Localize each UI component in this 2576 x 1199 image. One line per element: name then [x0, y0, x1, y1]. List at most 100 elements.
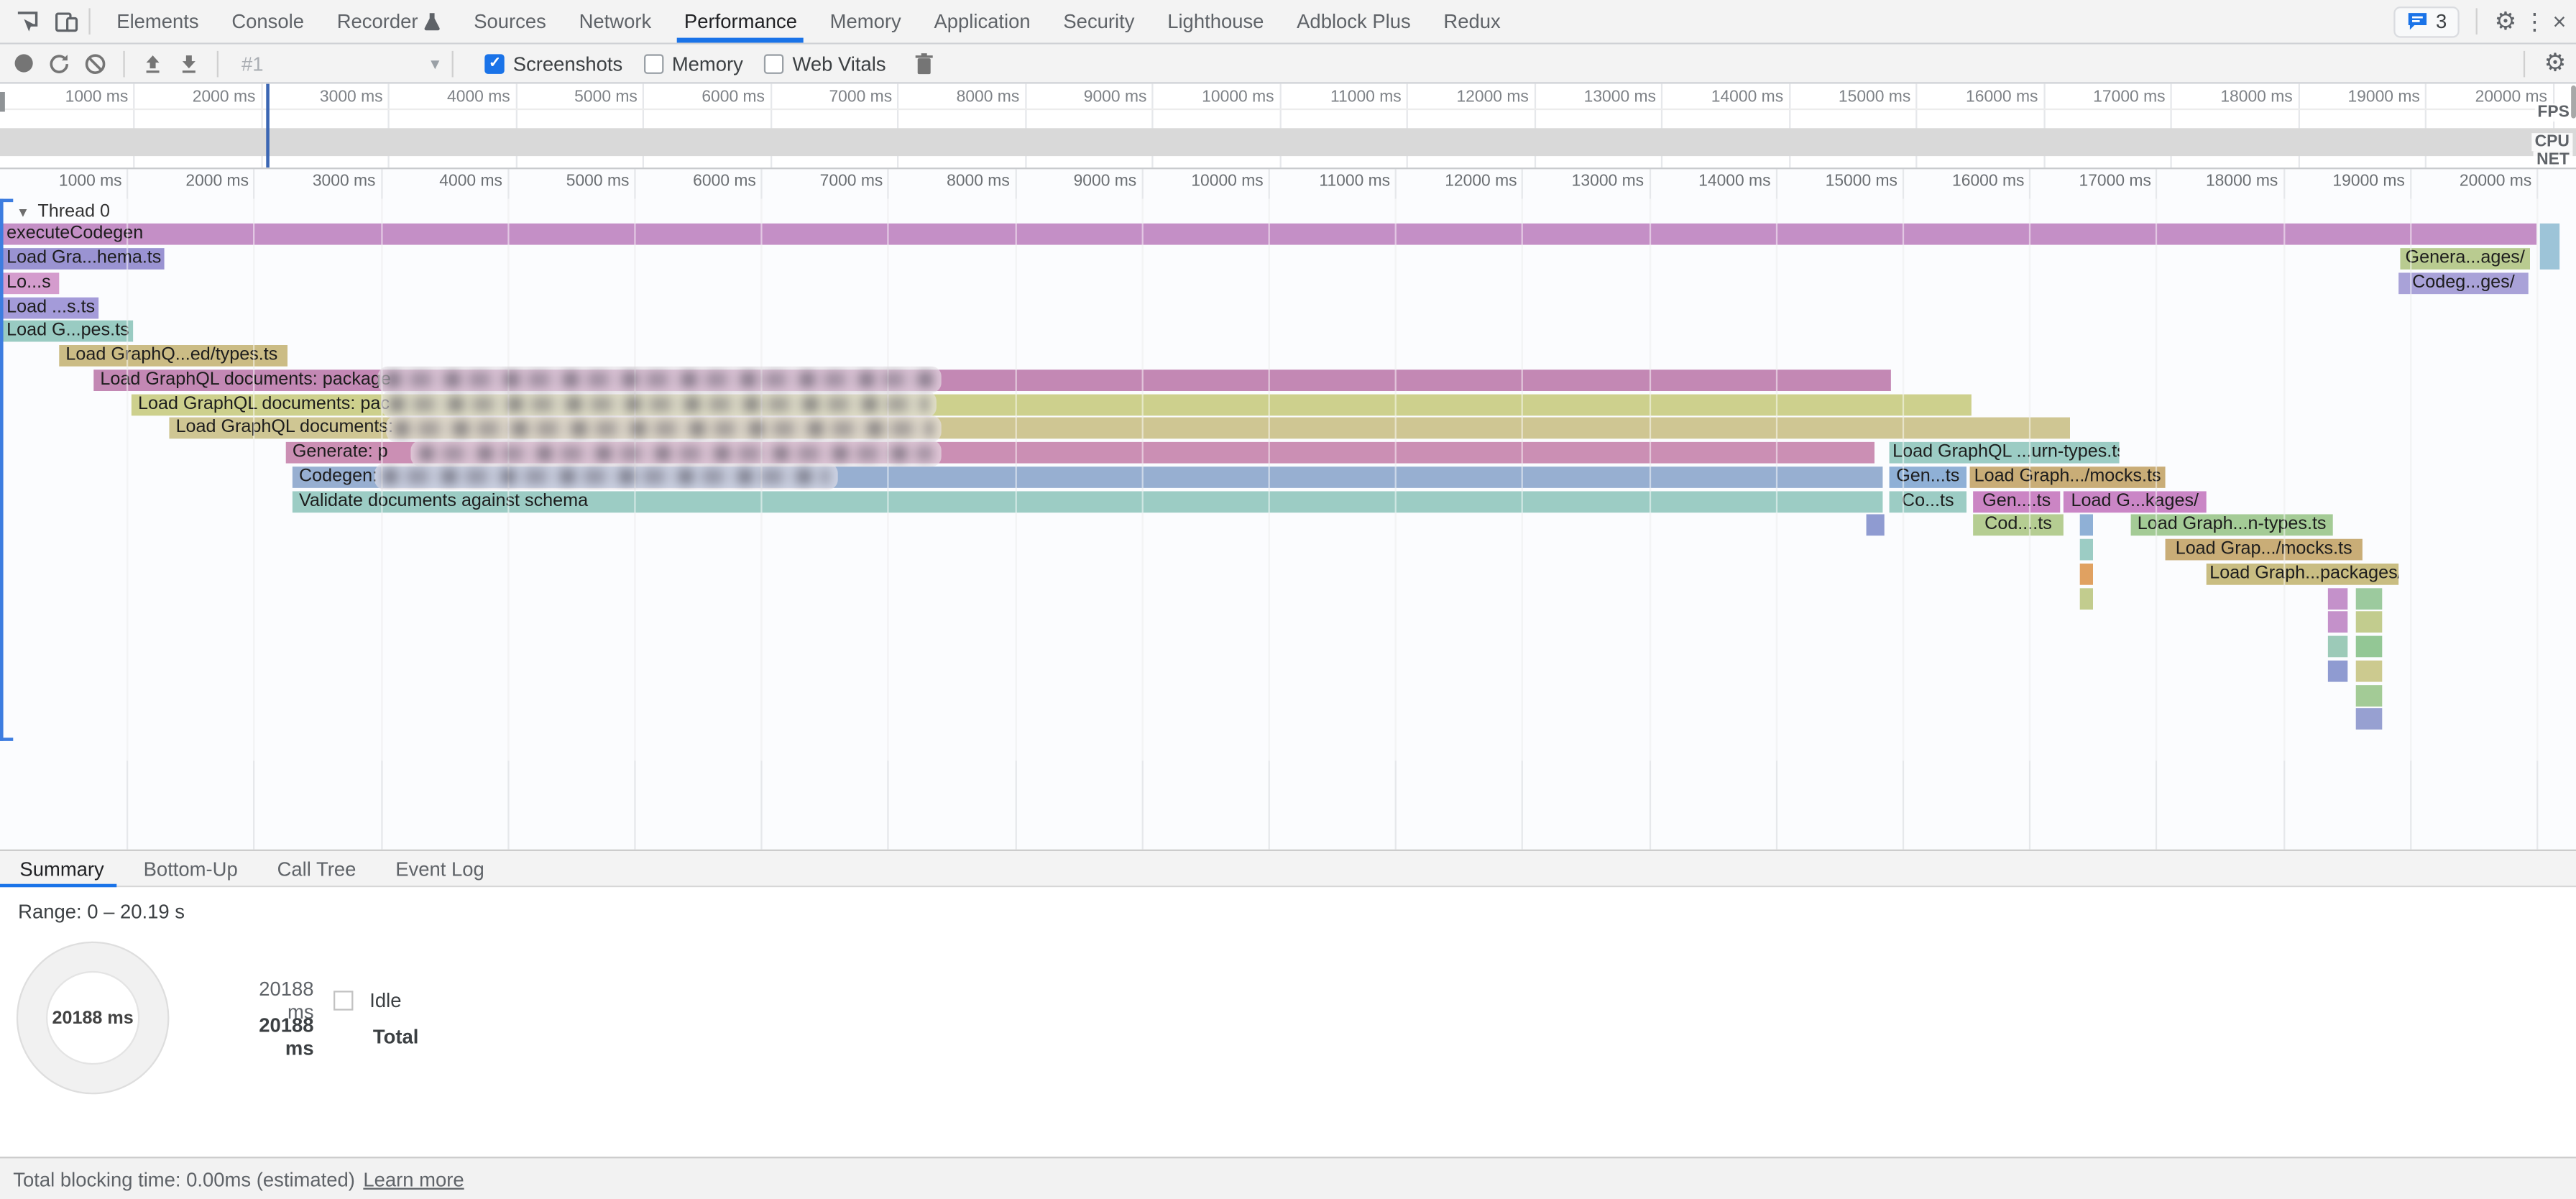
tab-security[interactable]: Security — [1047, 0, 1151, 42]
flame-bar[interactable]: Co...ts — [1890, 490, 1966, 512]
memory-checkbox[interactable] — [644, 53, 663, 73]
profile-select-value[interactable]: #1 — [242, 52, 264, 75]
reload-and-record-button[interactable] — [41, 47, 77, 80]
record-button[interactable] — [5, 47, 41, 80]
tab-label: Sources — [474, 10, 546, 33]
range-label: Range: 0 – 20.19 s — [18, 901, 185, 924]
flame-bar[interactable]: Load ...s.ts — [0, 297, 98, 318]
load-profile-icon[interactable] — [134, 47, 170, 80]
flame-bar-fragment[interactable] — [2080, 539, 2093, 561]
flame-bar[interactable]: Cod....ts — [1973, 515, 2064, 536]
flame-bar-fragment[interactable] — [2328, 636, 2347, 658]
flame-bar[interactable]: Gen...ts — [1890, 467, 1966, 488]
flame-bar-fragment[interactable] — [2328, 587, 2347, 609]
flame-bar-fragment[interactable] — [2356, 660, 2383, 681]
divider — [217, 50, 218, 77]
flame-bar[interactable]: Load Gra...hema.ts — [0, 248, 165, 270]
more-options-icon[interactable]: ⋮ — [2523, 9, 2546, 34]
web-vitals-checkbox[interactable] — [765, 53, 784, 73]
clear-recording-icon[interactable] — [77, 47, 113, 80]
flame-bar-fragment[interactable] — [2356, 709, 2383, 730]
redacted-blur — [378, 367, 942, 393]
checkbox-row-screenshots[interactable]: ✓Screenshots — [485, 52, 622, 75]
learn-more-link[interactable]: Learn more — [363, 1167, 464, 1190]
flame-bar[interactable]: Gen....ts — [1973, 490, 2060, 512]
thread-header[interactable]: ▼ Thread 0 — [17, 202, 110, 221]
flame-bar-fragment[interactable] — [2328, 660, 2347, 681]
flame-bar-fragment[interactable] — [2356, 587, 2383, 609]
tab-bottom-up[interactable]: Bottom-Up — [124, 850, 257, 886]
capture-settings-gear-icon[interactable]: ⚙ — [2544, 51, 2567, 75]
tab-memory[interactable]: Memory — [814, 0, 918, 42]
redacted-blur — [381, 391, 937, 418]
flame-bar-fragment[interactable] — [2356, 684, 2383, 706]
overview-left-handle[interactable] — [0, 92, 5, 111]
flame-bar-fragment[interactable] — [2540, 224, 2559, 270]
flame-gridline-highlight — [2029, 199, 2030, 761]
tab-redux[interactable]: Redux — [1427, 0, 1517, 42]
inspect-element-icon[interactable] — [13, 8, 40, 35]
overview-tick-label: 5000 ms — [512, 88, 638, 106]
flame-bar[interactable]: Validate documents against schema — [293, 490, 1883, 512]
checkbox-row-web-vitals[interactable]: Web Vitals — [765, 52, 886, 75]
collapse-triangle-icon[interactable]: ▼ — [17, 205, 29, 220]
settings-gear-icon[interactable]: ⚙ — [2495, 9, 2517, 34]
performance-toolbar: #1 ▼ ✓Screenshots Memory Web Vitals ⚙ — [0, 45, 2576, 84]
tab-elements[interactable]: Elements — [100, 0, 215, 42]
tab-sources[interactable]: Sources — [457, 0, 562, 42]
tab-summary[interactable]: Summary — [0, 850, 124, 886]
flame-bar-fragment[interactable] — [2328, 612, 2347, 633]
flame-gridline-highlight — [1775, 199, 1777, 761]
flame-bar-fragment[interactable] — [2080, 563, 2093, 584]
tab-event-log[interactable]: Event Log — [376, 850, 504, 886]
checkbox-row-memory[interactable]: Memory — [644, 52, 743, 75]
flame-bar[interactable]: Lo...s — [0, 272, 59, 294]
flame-bar[interactable]: Codeg...ges/ — [2398, 272, 2529, 294]
divider — [88, 8, 90, 35]
flame-bar[interactable]: Load G...kages/ — [2064, 490, 2207, 512]
flame-bar[interactable]: Load Graph...packages/ — [2207, 563, 2398, 584]
flame-bar[interactable]: Load Graph.../mocks.ts — [1970, 467, 2166, 488]
flame-bar-fragment[interactable] — [1867, 515, 1885, 536]
tab-call-tree[interactable]: Call Tree — [257, 850, 376, 886]
tab-console[interactable]: Console — [215, 0, 320, 42]
selection-bracket[interactable] — [0, 199, 4, 741]
redacted-blur — [386, 415, 942, 442]
close-devtools-icon[interactable]: × — [2553, 9, 2567, 34]
flame-tick-label: 18000 ms — [2153, 173, 2278, 190]
flame-bar[interactable]: Load GraphQL documents: package — [93, 369, 1891, 391]
flame-bar-fragment[interactable] — [2080, 515, 2093, 536]
flame-tick-label: 4000 ms — [377, 173, 502, 190]
tab-application[interactable]: Application — [918, 0, 1047, 42]
save-profile-icon[interactable] — [171, 47, 207, 80]
flame-bar[interactable]: Load GraphQL ...urn-types.ts — [1890, 442, 2120, 464]
tab-network[interactable]: Network — [563, 0, 668, 42]
issues-badge[interactable]: 3 — [2393, 6, 2460, 37]
flame-bar[interactable]: Load Grap.../mocks.ts — [2166, 539, 2363, 561]
overview-marker[interactable] — [266, 84, 270, 168]
flame-bar-fragment[interactable] — [2080, 587, 2093, 609]
issues-count: 3 — [2436, 10, 2447, 33]
tab-adblock-plus[interactable]: Adblock Plus — [1280, 0, 1427, 42]
legend-row-total: 20188 msTotal — [238, 1025, 418, 1048]
device-toolbar-icon[interactable] — [52, 8, 79, 35]
tab-label: Redux — [1443, 10, 1500, 33]
legend-row-idle: 20188 msIdle — [238, 989, 401, 1012]
delete-recording-icon[interactable] — [906, 47, 942, 80]
flame-gridline-highlight — [888, 199, 889, 761]
tab-label: Security — [1063, 10, 1134, 33]
flame-bar[interactable]: Genera...ages/ — [2400, 248, 2530, 270]
flame-bar-fragment[interactable] — [2356, 612, 2383, 633]
tab-performance[interactable]: Performance — [668, 0, 814, 42]
overview-tick-label: 19000 ms — [2295, 88, 2420, 106]
tab-recorder[interactable]: Recorder — [321, 0, 458, 42]
screenshots-checkbox[interactable]: ✓ — [485, 53, 505, 73]
flame-chart[interactable]: 1000 ms2000 ms3000 ms4000 ms5000 ms6000 … — [0, 169, 2576, 849]
tab-lighthouse[interactable]: Lighthouse — [1151, 0, 1280, 42]
flame-bar[interactable]: Load Graph...n-types.ts — [2131, 515, 2333, 536]
flame-bar-fragment[interactable] — [2356, 636, 2383, 658]
chevron-down-icon[interactable]: ▼ — [428, 55, 442, 72]
timeline-overview[interactable]: 1000 ms2000 ms3000 ms4000 ms5000 ms6000 … — [0, 84, 2576, 170]
flame-bar[interactable]: Load G...pes.ts — [0, 321, 133, 342]
vertical-scrollbar[interactable] — [2571, 86, 2576, 119]
